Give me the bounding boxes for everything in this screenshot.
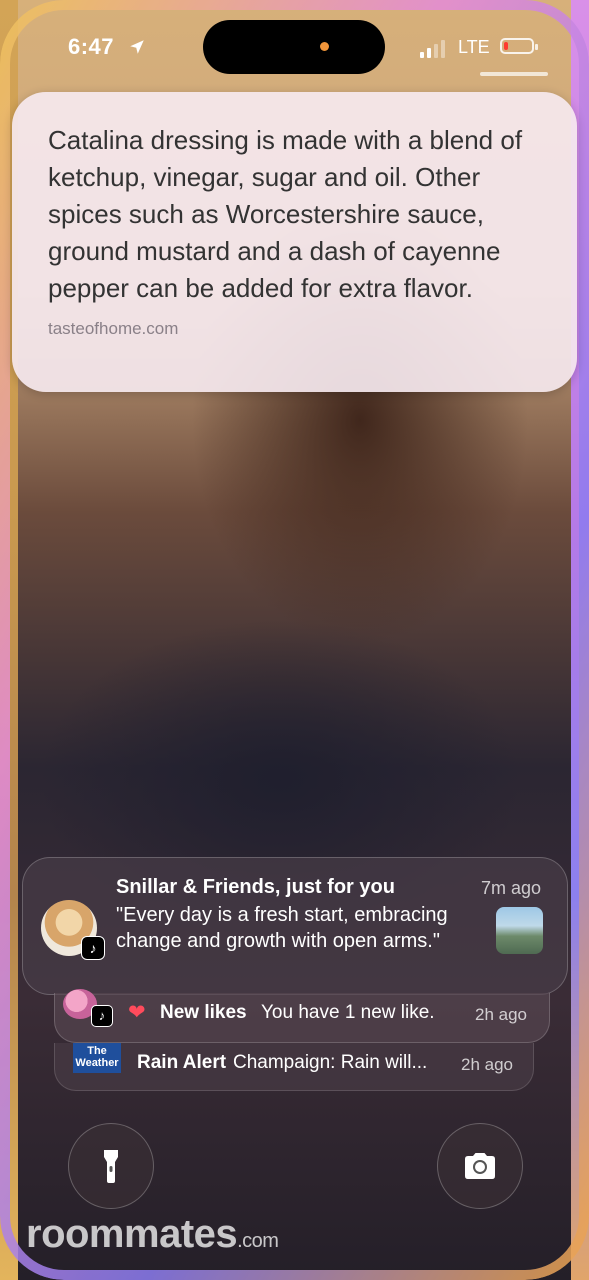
heart-icon: ❤ [128, 1001, 146, 1024]
notification-time: 2h ago [475, 1005, 527, 1024]
tiktok-app-icon: ♪ [91, 1005, 113, 1027]
notification-tiktok-likes[interactable]: ♪ ❤ New likes You have 1 new like. 2h ag… [54, 989, 550, 1043]
cellular-signal-icon [420, 40, 445, 58]
logo-line-1: The [87, 1045, 107, 1057]
notification-time: 7m ago [480, 878, 541, 898]
camera-icon [465, 1153, 495, 1179]
control-center-indicator[interactable] [480, 72, 548, 76]
weather-channel-logo: The Weather [73, 1043, 121, 1073]
battery-icon [500, 38, 534, 54]
battery-cap [535, 44, 538, 50]
notification-body: Champaign: Rain will... [233, 1052, 428, 1073]
location-arrow-icon [130, 40, 144, 54]
lock-screen: 6:47 LTE Catalina dressing is made with … [0, 0, 589, 1280]
flashlight-button[interactable] [68, 1123, 154, 1209]
watermark: roommates.com [26, 1212, 279, 1257]
watermark-main: roommates [26, 1212, 238, 1256]
notification-time: 2h ago [461, 1055, 513, 1074]
logo-line-2: Weather [75, 1057, 119, 1069]
watermark-suffix: .com [237, 1230, 279, 1252]
notification-title: New likes [160, 1002, 247, 1023]
battery-level [504, 42, 508, 50]
notification-weather-rain-alert[interactable]: The Weather Rain Alert Champaign: Rain w… [54, 1043, 534, 1091]
dynamic-island[interactable] [203, 20, 385, 74]
status-bar: 6:47 LTE [0, 20, 589, 74]
notification-body: You have 1 new like. [261, 1002, 435, 1023]
network-type: LTE [458, 37, 490, 57]
siri-answer-source[interactable]: tasteofhome.com [48, 319, 541, 339]
status-time: 6:47 [68, 34, 115, 59]
notification-body: "Every day is a fresh start, embracing c… [116, 904, 448, 952]
notification-title: Rain Alert [137, 1052, 227, 1073]
siri-answer-text: Catalina dressing is made with a blend o… [48, 125, 523, 303]
siri-answer-card[interactable]: Catalina dressing is made with a blend o… [12, 92, 577, 392]
flashlight-icon [104, 1150, 118, 1183]
notification-thumbnail [496, 907, 543, 954]
tiktok-app-icon: ♪ [81, 936, 105, 960]
privacy-indicator-dot [320, 42, 329, 51]
notification-tiktok-quote[interactable]: ♪ Snillar & Friends, just for you 7m ago… [22, 857, 568, 995]
notification-title: Snillar & Friends, just for you [116, 876, 395, 898]
camera-button[interactable] [437, 1123, 523, 1209]
